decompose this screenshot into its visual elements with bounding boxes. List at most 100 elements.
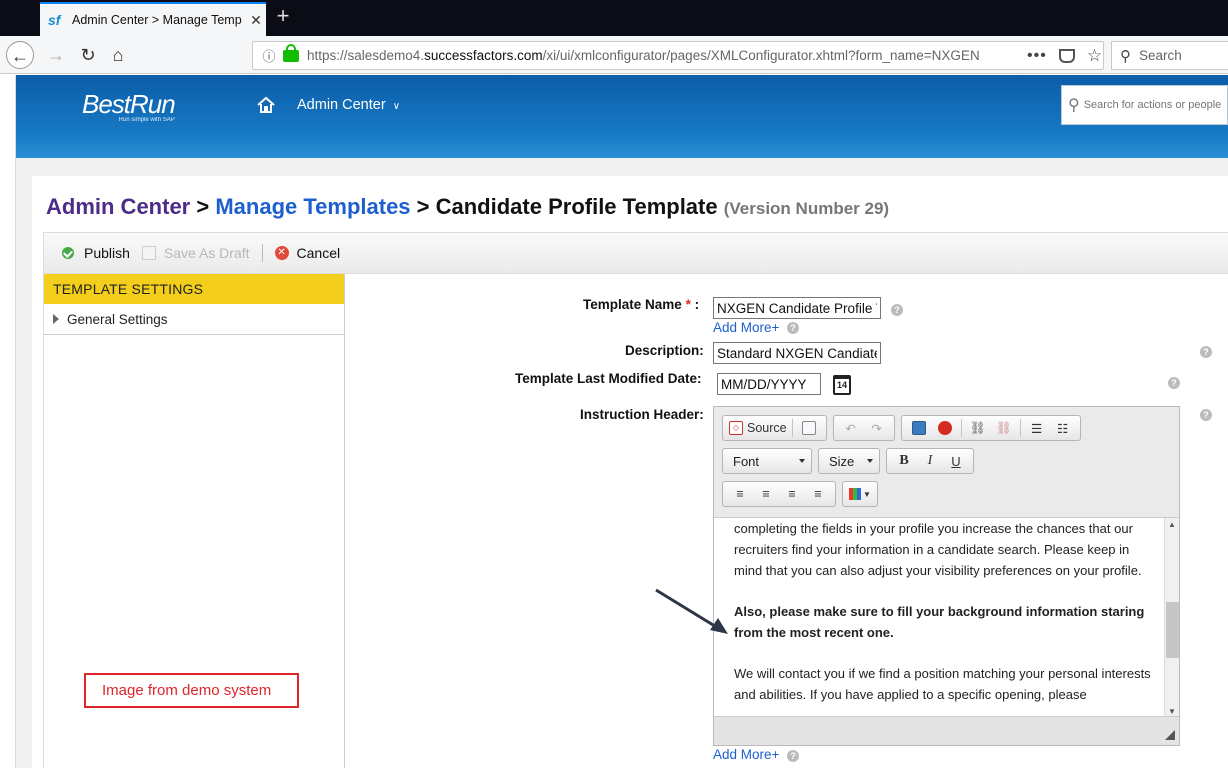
flash-icon[interactable]: [934, 418, 956, 438]
editor-group-source: ◇ Source: [722, 415, 827, 441]
breadcrumb-manage-templates-link[interactable]: Manage Templates: [215, 194, 410, 219]
unlink-icon[interactable]: ⛓: [993, 418, 1015, 438]
back-arrow-icon[interactable]: ←: [6, 41, 34, 69]
align-left-icon[interactable]: ≡: [729, 484, 751, 504]
new-tab-icon[interactable]: +: [270, 4, 296, 30]
editor-footer: [714, 716, 1179, 745]
save-as-draft-button[interactable]: Save As Draft: [141, 245, 250, 261]
justify-icon[interactable]: ≡: [807, 484, 829, 504]
calendar-icon[interactable]: 14: [833, 375, 851, 395]
action-search-box[interactable]: ⚲: [1061, 85, 1228, 125]
undo-icon[interactable]: ↶: [840, 418, 862, 438]
chevron-down-icon: ∨: [392, 101, 401, 112]
app-header: BestRun Run simple with SAP Admin Center…: [16, 75, 1228, 158]
breadcrumb-separator: >: [190, 194, 216, 219]
editor-toolbar-row-3: ≡ ≡ ≡ ≡ ▼: [722, 481, 884, 507]
page-actions-icon[interactable]: •••: [1027, 47, 1047, 65]
editor-text[interactable]: completing the fields in your profile yo…: [734, 518, 1154, 717]
action-search-input[interactable]: [1083, 99, 1227, 111]
scroll-up-icon[interactable]: ▲: [1168, 520, 1176, 529]
bold-button[interactable]: B: [893, 451, 915, 471]
required-mark: *: [685, 297, 691, 312]
help-icon[interactable]: ?: [1168, 377, 1180, 389]
source-button[interactable]: ◇ Source: [729, 418, 787, 438]
cancel-label: Cancel: [296, 245, 341, 261]
redo-icon[interactable]: ↷: [866, 418, 888, 438]
annotation-arrow-icon: [655, 588, 728, 634]
resize-grip-icon[interactable]: [1165, 730, 1175, 740]
link-icon[interactable]: ⛓: [967, 418, 989, 438]
editor-paragraph: We will contact you if we find a positio…: [734, 666, 1151, 702]
image-icon[interactable]: [908, 418, 930, 438]
bookmark-star-icon[interactable]: ☆: [1087, 46, 1102, 66]
editor-scrollbar[interactable]: ▲ ▼: [1164, 518, 1179, 717]
editor-separator: [960, 419, 962, 437]
search-icon: ⚲: [1068, 97, 1080, 114]
bestrun-logo[interactable]: BestRun Run simple with SAP: [82, 89, 176, 123]
sf-favicon-icon: sf: [48, 12, 61, 28]
instruction-header-editor: ◇ Source ↶ ↷ ⛓ ⛓ ☰ ☷ Font Size B I U ≡ ≡…: [713, 406, 1180, 746]
home-icon[interactable]: ⌂: [104, 41, 132, 69]
tab-close-icon[interactable]: ✕: [246, 12, 266, 29]
flash-icon-shape: [937, 421, 952, 435]
editor-group-align: ≡ ≡ ≡ ≡: [722, 481, 836, 507]
last-modified-date-label: Template Last Modified Date:: [515, 371, 702, 386]
lock-icon: [283, 43, 299, 62]
chevron-down-icon: ▼: [863, 489, 871, 499]
template-settings-header: TEMPLATE SETTINGS: [44, 274, 344, 304]
scroll-down-icon[interactable]: ▼: [1168, 707, 1176, 716]
demo-system-note: Image from demo system: [84, 673, 299, 708]
preview-button[interactable]: [798, 418, 820, 438]
check-icon: [62, 247, 74, 259]
url-bar[interactable]: ⓘ https://salesdemo4.successfactors.com/…: [252, 41, 1104, 70]
text-color-icon[interactable]: ▼: [849, 484, 871, 504]
url-text[interactable]: https://salesdemo4.successfactors.com/xi…: [307, 48, 997, 63]
template-name-input[interactable]: [713, 297, 881, 319]
editor-group-insert: ⛓ ⛓ ☰ ☷: [900, 415, 1081, 441]
template-toolbar: Publish Save As Draft ✕ Cancel: [43, 232, 1228, 274]
numbered-list-icon[interactable]: ☰: [1026, 418, 1048, 438]
logo-text: BestRun: [82, 89, 176, 119]
italic-button[interactable]: I: [919, 451, 941, 471]
underline-button[interactable]: U: [945, 451, 967, 471]
add-more-link[interactable]: Add More+: [713, 320, 779, 335]
version-number: (Version Number 29): [723, 199, 890, 218]
cancel-button[interactable]: ✕ Cancel: [274, 245, 341, 261]
editor-group-history: ↶ ↷: [832, 415, 895, 441]
help-icon[interactable]: ?: [787, 750, 799, 762]
pocket-icon[interactable]: [1058, 48, 1075, 63]
publish-button[interactable]: Publish: [62, 245, 130, 261]
editor-group-style: B I U: [886, 448, 974, 474]
description-input[interactable]: [713, 342, 881, 364]
editor-content-area[interactable]: completing the fields in your profile yo…: [714, 517, 1179, 717]
url-path: /xi/ui/xmlconfigurator/pages/XMLConfigur…: [542, 48, 980, 63]
editor-toolbar-row-1: ◇ Source ↶ ↷ ⛓ ⛓ ☰ ☷: [722, 415, 1087, 441]
home-icon[interactable]: [256, 95, 276, 115]
help-icon[interactable]: ?: [1200, 346, 1212, 358]
size-combo[interactable]: Size: [818, 448, 880, 474]
admin-center-menu[interactable]: Admin Center ∨: [297, 97, 400, 113]
last-modified-date-input[interactable]: [717, 373, 821, 395]
align-center-icon[interactable]: ≡: [755, 484, 777, 504]
size-combo-label: Size: [829, 453, 855, 469]
site-info-icon[interactable]: ⓘ: [259, 46, 279, 65]
expand-triangle-icon[interactable]: [53, 314, 59, 324]
scrollbar-thumb[interactable]: [1166, 602, 1179, 658]
breadcrumb-separator: >: [410, 194, 436, 219]
font-combo[interactable]: Font: [722, 448, 812, 474]
help-icon[interactable]: ?: [787, 322, 799, 334]
editor-group-color: ▼: [842, 481, 878, 507]
help-icon[interactable]: ?: [891, 304, 903, 316]
reload-icon[interactable]: ↻: [74, 41, 102, 69]
preview-icon: [801, 421, 816, 435]
add-more-link[interactable]: Add More+: [713, 747, 779, 762]
browser-search-box[interactable]: ⚲ Search: [1111, 41, 1228, 70]
general-settings-label: General Settings: [67, 311, 168, 327]
forward-arrow-icon[interactable]: →: [42, 41, 70, 69]
align-right-icon[interactable]: ≡: [781, 484, 803, 504]
browser-tab[interactable]: sf Admin Center > Manage Temp ✕: [40, 2, 266, 36]
breadcrumb-admin-center-link[interactable]: Admin Center: [46, 194, 190, 219]
general-settings-item[interactable]: General Settings: [44, 304, 344, 335]
help-icon[interactable]: ?: [1200, 409, 1212, 421]
bulleted-list-icon[interactable]: ☷: [1052, 418, 1074, 438]
